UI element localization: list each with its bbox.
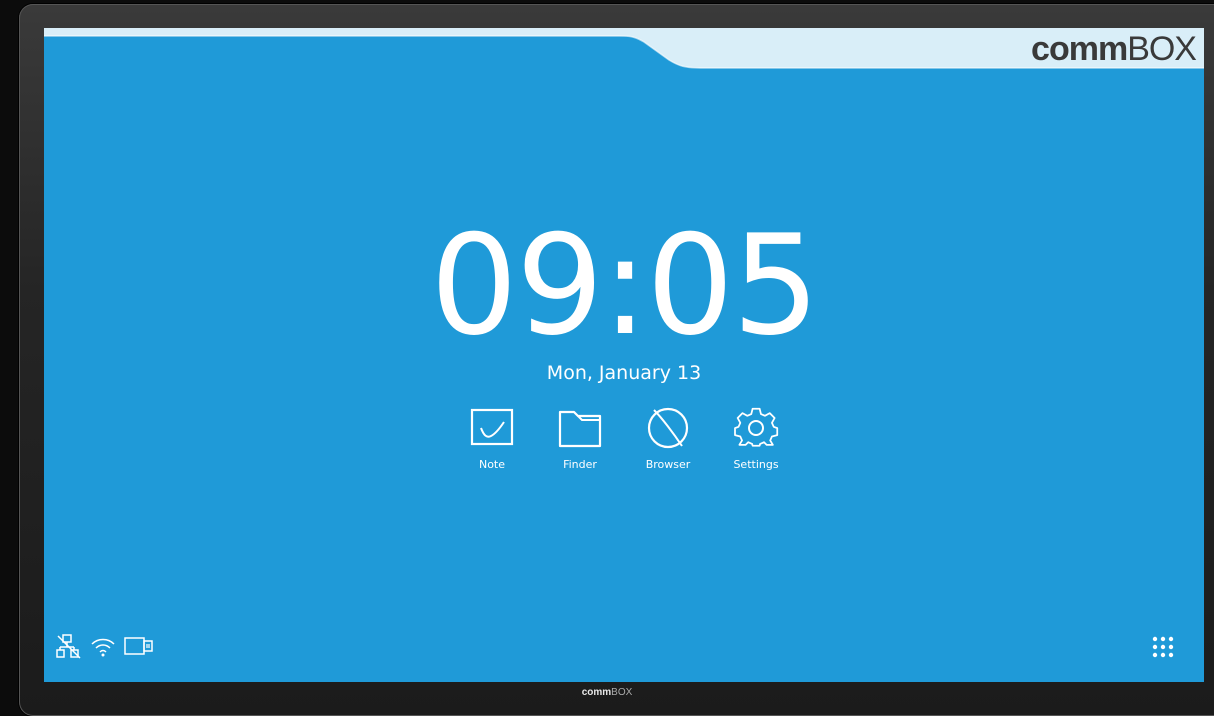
app-shortcuts: Note Finder Browser Settings	[460, 406, 790, 476]
network-disconnected-icon[interactable]	[56, 634, 82, 665]
home-screen: commBOX 09:05 Mon, January 13 Note Finde…	[44, 28, 1204, 682]
finder-app-button[interactable]: Finder	[545, 406, 615, 471]
gear-icon	[734, 407, 779, 447]
apps-grid-icon[interactable]	[1152, 636, 1174, 658]
browser-app-label: Browser	[645, 458, 691, 471]
bezel-logo-light: BOX	[611, 687, 633, 698]
bezel-logo-bold: comm	[581, 687, 612, 698]
clock-time: 09:05	[44, 216, 1204, 356]
top-banner	[44, 28, 1204, 69]
browser-app-button[interactable]: Browser	[633, 406, 703, 471]
note-icon	[470, 408, 514, 446]
bezel-logo: commBOX	[0, 688, 1214, 698]
note-app-label: Note	[478, 458, 506, 471]
commbox-logo: commBOX	[1031, 30, 1197, 68]
wifi-icon[interactable]	[90, 634, 116, 665]
clock-separator: :	[601, 205, 648, 366]
clock-minutes: 05	[646, 205, 820, 366]
clock-hours: 09	[430, 205, 604, 366]
logo-light-text: BOX	[1127, 30, 1197, 68]
usb-device-icon[interactable]	[124, 634, 154, 665]
browser-icon	[647, 407, 689, 449]
clock-date: Mon, January 13	[546, 362, 702, 384]
logo-bold-text: comm	[1031, 30, 1128, 68]
folder-icon	[558, 410, 602, 448]
note-app-button[interactable]: Note	[457, 406, 527, 471]
settings-app-label: Settings	[733, 458, 779, 471]
finder-app-label: Finder	[563, 458, 597, 471]
settings-app-button[interactable]: Settings	[721, 406, 791, 471]
